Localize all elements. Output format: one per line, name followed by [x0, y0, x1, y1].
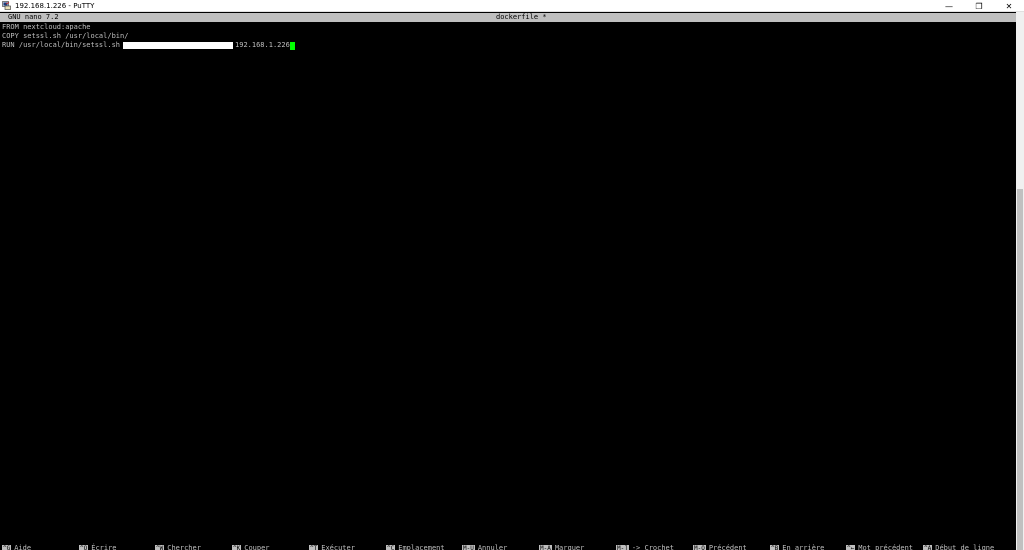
- shortcut-item: ^C Emplacement: [386, 544, 462, 550]
- shortcut-column: ^KCouper^UColler: [232, 544, 308, 550]
- shortcut-item: ^O Écrire: [79, 544, 155, 550]
- shortcut-item: ^A Début de ligne: [923, 544, 999, 550]
- window-controls: — ❐ ✕: [934, 0, 1024, 12]
- close-button[interactable]: ✕: [994, 0, 1024, 12]
- shortcut-label: -> Crochet: [631, 544, 674, 550]
- shortcut-label: Écrire: [91, 544, 117, 550]
- shortcut-key: ^A: [923, 544, 933, 550]
- shortcut-key: ^O: [79, 544, 89, 550]
- editor-line-3-suffix: 192.168.1.226: [235, 41, 290, 49]
- shortcut-column: M-QPrécédentM-WSuivant: [693, 544, 769, 550]
- shortcut-label: Couper: [244, 544, 270, 550]
- shortcut-column: ^←Mot précédent^→Mot suivant: [846, 544, 922, 550]
- editor-line-3: RUN /usr/local/bin/setssl.sh 192.168.1.2…: [2, 41, 295, 50]
- shortcut-item: M-U Annuler: [462, 544, 538, 550]
- shortcut-column: ^OÉcrire^RLire fich.: [79, 544, 155, 550]
- editor-buffer[interactable]: FROM nextcloud:apache COPY setssl.sh /us…: [2, 23, 295, 50]
- shortcut-key: M-U: [462, 544, 475, 550]
- shortcut-item: ^W Chercher: [155, 544, 231, 550]
- editor-line-3-prefix: RUN /usr/local/bin/setssl.sh: [2, 41, 121, 49]
- shortcut-item: M-] -> Crochet: [616, 544, 692, 550]
- shortcut-label: Précédent: [708, 544, 747, 550]
- nano-shortcut-bar: ^GAide^XQuitter^OÉcrire^RLire fich.^WChe…: [0, 544, 1016, 550]
- shortcut-label: Exécuter: [321, 544, 355, 550]
- putty-app-icon: [2, 1, 11, 10]
- shortcut-column: ^WChercher^\Remplacer: [155, 544, 231, 550]
- shortcut-key: ^W: [155, 544, 165, 550]
- window-titlebar[interactable]: 192.168.1.226 - PuTTY — ❐ ✕: [0, 0, 1024, 12]
- nano-filename: dockerfile *: [496, 13, 547, 21]
- shortcut-key: ^T: [309, 544, 319, 550]
- redacted-block: [123, 42, 234, 49]
- shortcut-label: Marquer: [554, 544, 585, 550]
- shortcut-item: ^B En arrière: [770, 544, 846, 550]
- shortcut-key: M-Q: [693, 544, 706, 550]
- nano-header-bar: GNU nano 7.2 dockerfile *: [0, 13, 1016, 22]
- window-title: 192.168.1.226 - PuTTY: [15, 1, 95, 10]
- shortcut-key: ^←: [846, 544, 856, 550]
- shortcut-label: Emplacement: [398, 544, 445, 550]
- scrollbar-thumb[interactable]: [1017, 189, 1023, 550]
- shortcut-column: ^GAide^XQuitter: [2, 544, 78, 550]
- shortcut-label: Mot précédent: [858, 544, 914, 550]
- shortcut-key: ^B: [770, 544, 780, 550]
- shortcut-item: ^← Mot précédent: [846, 544, 922, 550]
- shortcut-column: ^ADébut de ligne^EFin de ligne: [923, 544, 999, 550]
- shortcut-column: ^CEmplacement^/Aller ligne: [386, 544, 462, 550]
- shortcut-label: En arrière: [782, 544, 825, 550]
- shortcut-column: M-UAnnulerM-ERefaire: [462, 544, 538, 550]
- shortcut-key: ^C: [386, 544, 396, 550]
- shortcut-key: ^K: [232, 544, 242, 550]
- editor-line-2: COPY setssl.sh /usr/local/bin/: [2, 32, 129, 40]
- shortcut-label: Début de ligne: [935, 544, 995, 550]
- maximize-button[interactable]: ❐: [964, 0, 994, 12]
- shortcut-column: M-AMarquerM-6Copier: [539, 544, 615, 550]
- shortcut-item: ^G Aide: [2, 544, 78, 550]
- shortcut-column: ^TExécuter^JJustifier: [309, 544, 385, 550]
- text-cursor: [289, 41, 295, 50]
- shortcut-item: M-A Marquer: [539, 544, 615, 550]
- nano-version: GNU nano 7.2: [8, 13, 59, 21]
- shortcut-key: M-]: [616, 544, 629, 550]
- shortcut-key: M-A: [539, 544, 552, 550]
- vertical-scrollbar[interactable]: [1016, 12, 1024, 550]
- editor-line-1: FROM nextcloud:apache: [2, 23, 91, 31]
- shortcut-label: Aide: [14, 544, 32, 550]
- shortcut-label: Chercher: [167, 544, 201, 550]
- shortcut-item: M-Q Précédent: [693, 544, 769, 550]
- shortcut-key: ^G: [2, 544, 12, 550]
- minimize-button[interactable]: —: [934, 0, 964, 12]
- shortcut-item: ^T Exécuter: [309, 544, 385, 550]
- shortcut-item: ^K Couper: [232, 544, 308, 550]
- terminal-area[interactable]: GNU nano 7.2 dockerfile * FROM nextcloud…: [0, 12, 1016, 550]
- shortcut-column: M-]-> Crochet^QRetrouver: [616, 544, 692, 550]
- shortcut-label: Annuler: [477, 544, 508, 550]
- shortcut-column: ^BEn arrière^FEn avant: [770, 544, 846, 550]
